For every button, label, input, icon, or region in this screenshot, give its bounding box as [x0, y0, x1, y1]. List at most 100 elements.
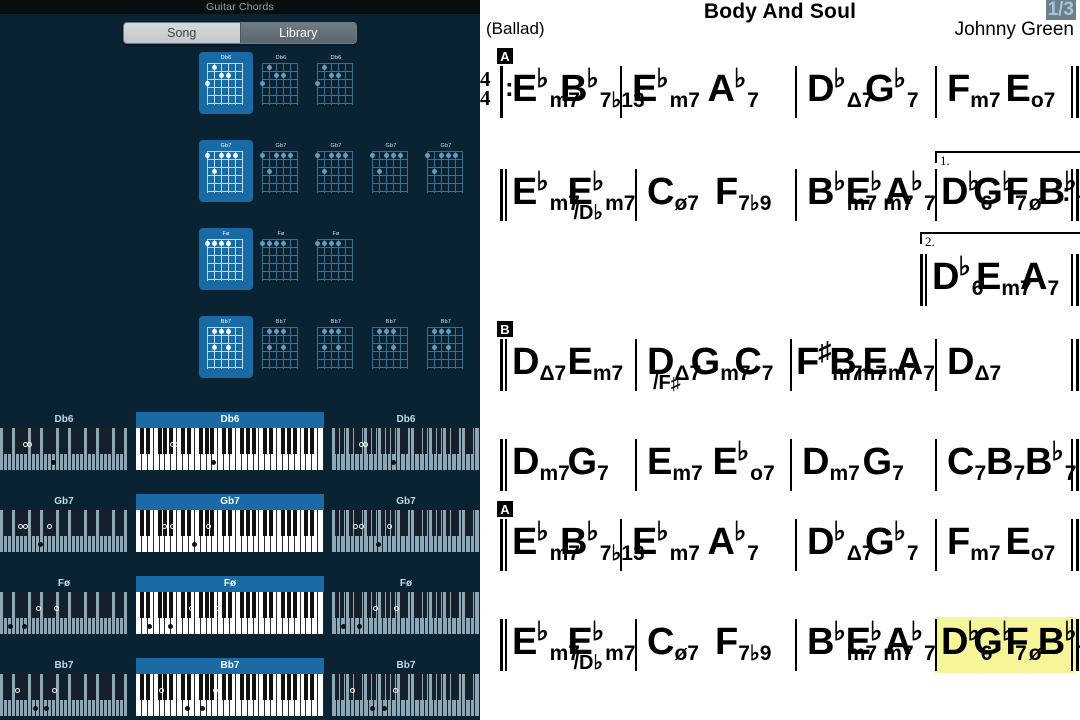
chord-root: B [829, 341, 857, 383]
barline [500, 439, 503, 491]
chord-symbol[interactable]: Em7 [647, 443, 703, 484]
chord-root: E [632, 521, 658, 563]
piano-chord-diagram[interactable]: Db6 [136, 412, 324, 470]
chord-symbol[interactable]: Eo7 [1006, 523, 1056, 564]
chord-chart[interactable]: Body And Soul 1/3 (Ballad) Johnny Green … [480, 0, 1080, 720]
key-marker-icon [184, 706, 190, 711]
guitar-chord-diagram[interactable]: Gb7 [199, 140, 253, 202]
chord-symbol[interactable]: C7 [947, 443, 986, 484]
chord-symbol[interactable]: Fø [1005, 621, 1042, 664]
tab-library[interactable]: Library [239, 23, 356, 43]
guitar-chord-diagram[interactable]: Bb7 [364, 316, 418, 378]
fretboard-icon [372, 327, 410, 369]
guitar-chord-diagram[interactable]: Db6 [254, 52, 308, 114]
guitar-chord-diagram[interactable]: Db6 [309, 52, 363, 114]
guitar-chord-diagram[interactable]: Db6 [199, 52, 253, 114]
chord-symbol[interactable]: E♭m7 [632, 519, 700, 565]
piano-chord-diagram[interactable]: Fø [136, 576, 324, 634]
chord-symbol[interactable]: Fm7 [947, 523, 1001, 564]
chord-symbol[interactable]: Cø7 [647, 623, 699, 664]
chord-root: B [986, 441, 1014, 483]
chord-root: B [560, 521, 588, 563]
chord-symbol[interactable]: E♭o7 [713, 439, 775, 485]
keyboard-icon [332, 510, 480, 552]
chord-symbol[interactable]: DΔ7 [947, 343, 1001, 384]
chord-symbol[interactable]: Dm7 [802, 443, 860, 484]
chord-symbol[interactable]: B7 [986, 441, 1025, 484]
chord-symbol[interactable]: B♭7 [1025, 439, 1076, 485]
guitar-chord-diagram[interactable]: Fø [309, 228, 363, 290]
guitar-chord-diagram[interactable]: Bb7 [254, 316, 308, 378]
barline [1071, 519, 1073, 571]
finger-dot-icon [336, 345, 341, 350]
chord-symbol[interactable]: G♭7 [865, 66, 919, 112]
chord-root: E [845, 621, 872, 663]
piano-chord-diagram[interactable]: Db6 [332, 412, 480, 470]
guitar-chord-label: Db6 [220, 55, 232, 61]
chord-symbol[interactable]: D♭Δ7 [807, 66, 874, 112]
piano-chord-diagram[interactable]: Gb7 [136, 494, 324, 552]
chord-symbol[interactable]: A7 [1020, 258, 1059, 299]
key-marker-icon [352, 524, 358, 529]
chord-symbol[interactable]: A♭7 [708, 519, 759, 565]
chord-symbol[interactable]: E♭m7/D♭ [568, 619, 636, 674]
chord-symbol[interactable]: A♭7 [884, 169, 935, 215]
chord-root: G [973, 171, 1003, 213]
guitar-chord-diagram[interactable]: Gb7 [254, 140, 308, 202]
guitar-chord-diagram[interactable]: Gb7 [309, 140, 363, 202]
guitar-chord-diagram[interactable]: Fø [199, 228, 253, 290]
keyboard-icon [332, 592, 480, 634]
guitar-chord-diagram[interactable]: Gb7 [419, 140, 473, 202]
chord-symbol[interactable]: A♭7 [708, 66, 759, 112]
guitar-chord-diagram[interactable]: Bb7 [309, 316, 363, 378]
keyboard-icon [136, 674, 324, 716]
chord-symbol[interactable]: Eo7 [1006, 70, 1056, 111]
piano-chord-diagram[interactable]: Bb7 [0, 658, 128, 716]
piano-chord-diagram[interactable]: Fø [0, 576, 128, 634]
finger-dot-icon [370, 153, 375, 158]
barline [635, 439, 637, 491]
tab-song[interactable]: Song [124, 23, 240, 43]
chord-symbol[interactable]: C7 [734, 343, 773, 384]
guitar-chord-diagram[interactable]: Fø [254, 228, 308, 290]
guitar-chord-diagram[interactable]: Bb7 [199, 316, 253, 378]
guitar-chord-diagram[interactable]: Bb7 [419, 316, 473, 378]
piano-chord-diagram[interactable]: Fø [332, 576, 480, 634]
chord-symbol[interactable]: Cø7 [647, 173, 699, 214]
chord-symbol[interactable]: G♭7 [865, 519, 919, 565]
guitar-chord-diagram[interactable]: Gb7 [364, 140, 418, 202]
piano-chord-diagram[interactable]: Bb7 [332, 658, 480, 716]
chord-symbol[interactable]: F7♭9 [715, 173, 771, 214]
chord-symbol[interactable]: DΔ7 [512, 343, 566, 384]
chord-accidental: ♭ [733, 64, 747, 93]
chord-symbol[interactable]: F7♭9 [715, 623, 771, 664]
chord-symbol[interactable]: Dm7 [512, 443, 570, 484]
piano-chord-diagram[interactable]: Bb7 [136, 658, 324, 716]
finger-dot-icon [453, 153, 458, 158]
chord-symbol[interactable]: E♭m7/D♭ [568, 169, 636, 224]
chord-symbol[interactable]: Fm7 [947, 70, 1001, 111]
finger-dot-icon [336, 73, 341, 78]
chord-symbol[interactable]: A♭7 [884, 619, 935, 665]
chord-symbol[interactable]: G7 [863, 443, 904, 484]
song-library-segmented-control[interactable]: Song Library [123, 22, 357, 44]
chord-symbol[interactable]: B♭7 [1038, 619, 1080, 665]
piano-chord-diagram[interactable]: Db6 [0, 412, 128, 470]
chord-symbol[interactable]: Em7 [568, 343, 624, 384]
chord-root: F [1005, 621, 1029, 663]
chord-symbol[interactable]: D♭Δ7 [807, 519, 874, 565]
key-marker-icon [158, 688, 164, 693]
chord-symbol[interactable]: G7 [568, 443, 609, 484]
piano-chord-diagram[interactable]: Gb7 [0, 494, 128, 552]
piano-chord-diagram[interactable]: Gb7 [332, 494, 480, 552]
finger-dot-icon [439, 329, 444, 334]
chord-accidental: ♭ [536, 167, 549, 196]
chord-symbol[interactable]: E♭m7 [632, 66, 700, 112]
window-title: Guitar Chords [206, 1, 274, 13]
chord-symbol[interactable]: Fø [1006, 173, 1042, 214]
guitar-chord-label: Gb7 [385, 143, 397, 149]
key-marker-icon [386, 524, 392, 529]
chord-symbol[interactable]: B♭7 [1038, 169, 1080, 215]
guitar-chord-label: Db6 [330, 55, 342, 61]
chord-symbol[interactable]: A7 [896, 343, 935, 384]
